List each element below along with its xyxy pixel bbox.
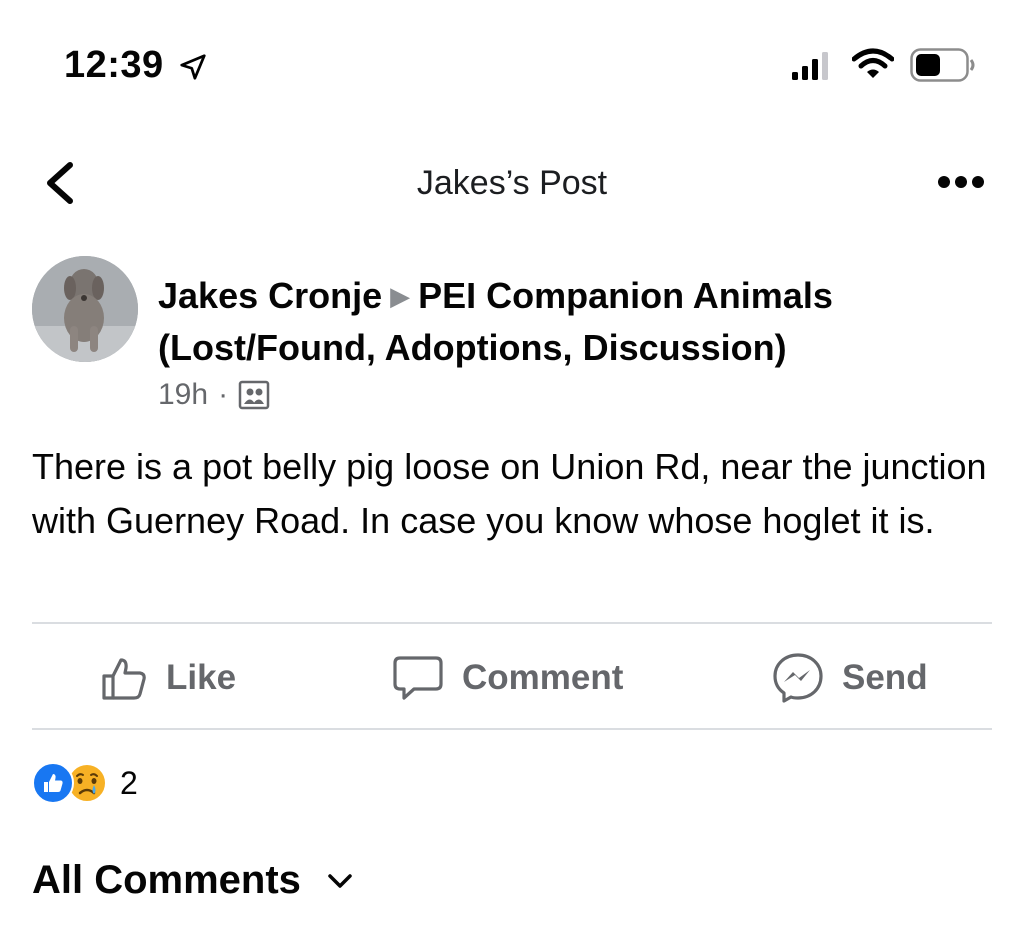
divider (32, 622, 992, 624)
reactions-summary[interactable]: 2 (32, 760, 138, 806)
more-options-icon[interactable] (936, 170, 986, 194)
reaction-count: 2 (120, 764, 138, 801)
dog-photo (32, 256, 138, 362)
send-label: Send (842, 658, 928, 697)
divider (32, 728, 992, 730)
post-meta: 19h · (158, 378, 270, 412)
send-button[interactable]: Send (772, 650, 928, 706)
right-triangle-icon: ▶ (390, 281, 411, 311)
comment-button[interactable]: Comment (392, 650, 623, 706)
thumbs-up-icon (102, 658, 146, 700)
comment-label: Comment (462, 658, 624, 697)
comment-bubble-icon (393, 656, 443, 700)
post-time[interactable]: 19h (158, 378, 208, 412)
like-button[interactable]: Like (100, 650, 236, 706)
meta-dot: · (218, 378, 229, 411)
post-text: There is a pot belly pig loose on Union … (32, 446, 987, 541)
location-arrow-icon (180, 54, 206, 80)
messenger-icon (773, 653, 823, 703)
status-time: 12:39 (64, 44, 164, 86)
avatar[interactable] (32, 256, 138, 362)
wifi-icon (852, 48, 894, 78)
author-name[interactable]: Jakes Cronje (158, 275, 382, 316)
status-bar: 12:39 (0, 0, 1024, 120)
group-members-icon (238, 380, 270, 410)
battery-icon (910, 48, 975, 82)
comments-filter-label: All Comments (32, 858, 301, 902)
chevron-down-icon (328, 873, 352, 888)
like-label: Like (166, 658, 237, 697)
post-author-line: Jakes Cronje ▶ PEI Companion Animals (Lost… (158, 270, 978, 374)
page-title: Jakes’s Post (416, 164, 608, 202)
cell-signal-icon (792, 52, 828, 80)
comments-filter-dropdown[interactable]: All Comments (32, 858, 353, 903)
like-reaction-icon (32, 762, 74, 804)
